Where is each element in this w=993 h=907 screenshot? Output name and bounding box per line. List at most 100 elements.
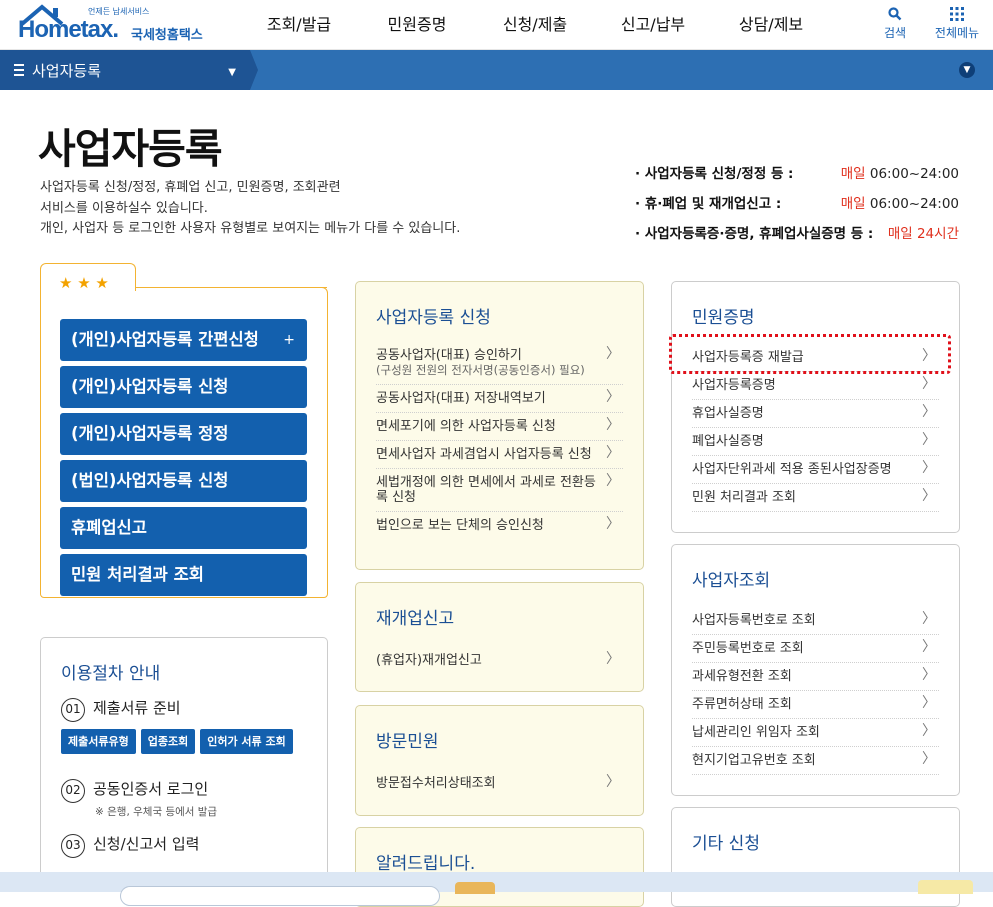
chevron-right-icon: 〉: [922, 611, 936, 627]
item-label: 사업자등록번호로 조회: [692, 613, 816, 628]
list-item[interactable]: 폐업사실증명 〉: [692, 428, 939, 456]
chevron-right-icon: 〉: [922, 488, 936, 504]
taskbar-app-icon[interactable]: [455, 882, 495, 894]
breadcrumb-arrow: [250, 50, 258, 90]
chevron-right-icon: 〉: [606, 473, 620, 489]
search-button[interactable]: 검색: [871, 4, 919, 41]
hamburger-icon: [14, 64, 24, 79]
favorites-tab[interactable]: ★ ★ ★: [40, 263, 136, 292]
hours-label: · 휴·폐업 및 재개업신고 :: [635, 196, 782, 212]
correct-individual-button[interactable]: (개인)사업자등록 정정: [60, 413, 307, 455]
hours-time: 06:00~24:00: [869, 166, 959, 182]
list-item[interactable]: 공동사업자(대표) 저장내역보기 〉: [376, 385, 623, 413]
procedure-panel: 이용절차 안내 01 제출서류 준비 제출서류유형 업종조회 인허가 서류 조회 …: [40, 637, 328, 892]
hours-day: 매일: [840, 196, 866, 212]
closure-report-button[interactable]: 휴폐업신고: [60, 507, 307, 549]
step-number: 03: [61, 834, 85, 858]
gnb-item-report-pay[interactable]: 신고/납부: [594, 0, 712, 50]
list-item[interactable]: 납세관리인 위임자 조회 〉: [692, 719, 939, 747]
register-individual-button[interactable]: (개인)사업자등록 신청: [60, 366, 307, 408]
list-item[interactable]: 면세사업자 과세겸업시 사업자등록 신청 〉: [376, 441, 623, 469]
document-chips: 제출서류유형 업종조회 인허가 서류 조회: [61, 729, 293, 754]
item-label: 민원 처리결과 조회: [692, 490, 796, 505]
list-item[interactable]: (휴업자)재개업신고 〉: [376, 647, 623, 674]
chevron-right-icon: 〉: [922, 723, 936, 739]
logo-wordmark: Hometax.: [18, 16, 119, 43]
search-label: 검색: [883, 26, 907, 40]
civil-result-button[interactable]: 민원 처리결과 조회: [60, 554, 307, 596]
gnb-item-consult[interactable]: 상담/제보: [712, 0, 830, 50]
item-label: 과세유형전환 조회: [692, 669, 792, 684]
plus-icon[interactable]: +: [283, 319, 295, 361]
step-note: ※ 은행, 우체국 등에서 발급: [95, 806, 218, 818]
chevron-right-icon: 〉: [606, 417, 620, 433]
star-icon: ★ ★ ★: [59, 274, 109, 292]
civil-cert-panel: 민원증명 사업자등록증 재발급 〉 사업자등록증명 〉 휴업사실증명 〉 폐업사실증명…: [671, 281, 960, 533]
procedure-step: 01 제출서류 준비: [61, 697, 181, 722]
gnb-item-inquiry[interactable]: 조회/발급: [240, 0, 358, 50]
panel-title: 기타 신청: [692, 834, 760, 854]
logo-korean-name: 국세청홈택스: [131, 28, 203, 43]
item-label: 공동사업자(대표) 승인하기: [376, 348, 522, 363]
chevron-right-icon: 〉: [922, 695, 936, 711]
page-title: 사업자등록: [38, 125, 223, 173]
list-item[interactable]: 세법개정에 의한 면세에서 과세로 전환등록 신청 〉: [376, 469, 623, 512]
hometax-logo[interactable]: 언제든 납세서비스 Hometax. 국세청홈택스: [18, 4, 208, 46]
expand-circle-icon[interactable]: ▼: [959, 62, 975, 78]
global-nav: 조회/발급 민원증명 신청/제출 신고/납부 상담/제보: [240, 0, 830, 50]
step-number: 02: [61, 779, 85, 803]
list-item[interactable]: 주류면허상태 조회 〉: [692, 691, 939, 719]
breadcrumb-label: 사업자등록: [32, 61, 102, 80]
item-label: (휴업자)재개업신고: [376, 653, 482, 668]
grid-menu-icon: [950, 7, 964, 21]
panel-title: 방문민원: [376, 732, 439, 752]
top-bar: 언제든 납세서비스 Hometax. 국세청홈택스 조회/발급 민원증명 신청/…: [0, 0, 993, 50]
os-taskbar: [0, 872, 993, 906]
step-number: 01: [61, 698, 85, 722]
panel-title: 민원증명: [692, 308, 755, 328]
list-item[interactable]: 사업자등록번호로 조회 〉: [692, 607, 939, 635]
hours-row: · 휴·폐업 및 재개업신고 : 매일 06:00~24:00: [635, 187, 959, 217]
list-item[interactable]: 휴업사실증명 〉: [692, 400, 939, 428]
list-item[interactable]: 공동사업자(대표) 승인하기 (구성원 전원의 전자서명(공동인증서) 필요) 〉: [376, 342, 623, 385]
lookup-list: 사업자등록번호로 조회 〉 주민등록번호로 조회 〉 과세유형전환 조회 〉 주류면허…: [692, 607, 939, 775]
chevron-right-icon: 〉: [922, 751, 936, 767]
procedure-step: 02 공동인증서 로그인 ※ 은행, 우체국 등에서 발급: [61, 778, 217, 819]
chevron-right-icon: 〉: [922, 376, 936, 392]
breadcrumb-dropdown[interactable]: 사업자등록 ▼: [0, 50, 250, 90]
item-label: 휴업사실증명: [692, 406, 764, 421]
list-item[interactable]: 사업자등록증명 〉: [692, 372, 939, 400]
register-corporate-button[interactable]: (법인)사업자등록 신청: [60, 460, 307, 502]
search-icon: [888, 7, 902, 21]
favorites-panel: ★ ★ ★ (개인)사업자등록 간편신청 + (개인)사업자등록 신청 (개인)…: [40, 263, 328, 598]
other-apply-panel: 기타 신청: [671, 807, 960, 907]
list-item[interactable]: 면세포기에 의한 사업자등록 신청 〉: [376, 413, 623, 441]
hours-value: 매일 24시간: [888, 222, 959, 242]
chevron-right-icon: 〉: [606, 346, 620, 362]
item-sub: (구성원 전원의 전자서명(공동인증서) 필요): [376, 363, 585, 377]
all-menu-button[interactable]: 전체메뉴: [933, 4, 981, 41]
list-item[interactable]: 주민등록번호로 조회 〉: [692, 635, 939, 663]
panel-title: 재개업신고: [376, 609, 455, 629]
quick-register-individual-button[interactable]: (개인)사업자등록 간편신청 +: [60, 319, 307, 361]
item-label: 납세관리인 위임자 조회: [692, 725, 820, 740]
hours-value: 매일 06:00~24:00: [841, 192, 959, 212]
list-item[interactable]: 현지기업고유번호 조회 〉: [692, 747, 939, 775]
item-label: 사업자단위과세 적용 종된사업장증명: [692, 462, 892, 477]
list-item[interactable]: 사업자단위과세 적용 종된사업장증명 〉: [692, 456, 939, 484]
hours-row: · 사업자등록증·증명, 휴폐업사실증명 등 : 매일 24시간: [635, 217, 959, 247]
hours-time: 06:00~24:00: [869, 196, 959, 212]
item-label: 법인으로 보는 단체의 승인신청: [376, 518, 544, 533]
gnb-item-apply[interactable]: 신청/제출: [476, 0, 594, 50]
taskbar-search[interactable]: [120, 886, 440, 906]
list-item[interactable]: 법인으로 보는 단체의 승인신청 〉: [376, 512, 623, 539]
chevron-right-icon: 〉: [606, 651, 620, 667]
list-item[interactable]: 과세유형전환 조회 〉: [692, 663, 939, 691]
permit-doc-chip[interactable]: 인허가 서류 조회: [200, 729, 293, 754]
desc-line: 개인, 사업자 등 로그인한 사용자 유형별로 보여지는 메뉴가 다를 수 있습…: [40, 221, 461, 236]
gnb-item-civil-cert[interactable]: 민원증명: [358, 0, 476, 50]
doc-type-chip[interactable]: 제출서류유형: [61, 729, 136, 754]
list-item[interactable]: 방문접수처리상태조회 〉: [376, 770, 623, 797]
industry-lookup-chip[interactable]: 업종조회: [140, 729, 196, 754]
list-item[interactable]: 민원 처리결과 조회 〉: [692, 484, 939, 512]
